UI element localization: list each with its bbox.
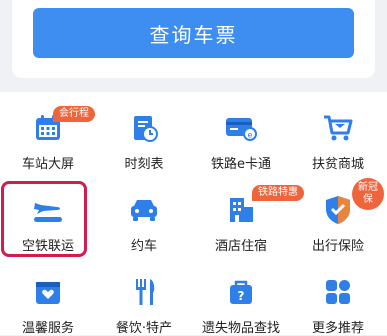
service-label: 餐饮·特产 (115, 321, 173, 336)
ecard-icon: e (223, 110, 259, 145)
service-dining[interactable]: 餐饮·特产 (96, 256, 192, 336)
service-shop[interactable]: 扶贫商城 (290, 92, 386, 172)
service-lost-found[interactable]: ? 遗失物品查找 (193, 256, 289, 336)
car-icon (126, 192, 162, 227)
airplane-icon (30, 192, 66, 227)
svg-text:?: ? (238, 289, 245, 303)
service-label: 铁路e卡通 (211, 157, 271, 172)
service-label: 时刻表 (124, 157, 164, 172)
service-ecard[interactable]: e 铁路e卡通 (193, 92, 289, 172)
badge-line: 保 (363, 194, 373, 205)
dining-icon (126, 274, 162, 309)
service-timetable[interactable]: 时刻表 (96, 92, 192, 172)
shopping-cart-icon (320, 110, 356, 145)
service-label: 出行保险 (311, 239, 364, 254)
more-grid-icon (320, 274, 356, 309)
trip-badge: 会行程 (53, 106, 95, 122)
service-care[interactable]: 温馨服务 (0, 256, 96, 336)
svg-text:e: e (248, 130, 253, 139)
badge-line: 新冠 (358, 182, 378, 193)
shield-icon (320, 192, 356, 227)
service-label: 空铁联运 (21, 239, 74, 254)
service-label: 车站大屏 (21, 157, 74, 172)
lost-items-icon: ? (223, 274, 259, 309)
query-card: 查询车票 (12, 0, 375, 78)
service-label: 更多推荐 (311, 321, 364, 336)
service-label: 酒店住宿 (214, 239, 267, 254)
services-grid: 车站大屏 会行程 时刻表 e 铁路e卡通 扶贫商城 空铁联运 约车 酒店住宿 铁… (0, 92, 387, 336)
service-air-rail[interactable]: 空铁联运 (0, 174, 96, 254)
service-more[interactable]: 更多推荐 (290, 256, 386, 336)
service-label: 遗失物品查找 (201, 321, 280, 336)
service-label: 温馨服务 (21, 321, 74, 336)
service-car[interactable]: 约车 (96, 174, 192, 254)
timetable-icon (126, 110, 162, 145)
service-label: 约车 (130, 239, 157, 254)
service-box-icon (30, 274, 66, 309)
covid-insurance-badge: 新冠 保 (352, 178, 384, 210)
query-tickets-button[interactable]: 查询车票 (33, 8, 354, 58)
service-label: 扶贫商城 (311, 157, 364, 172)
service-station-screen[interactable]: 车站大屏 (0, 92, 96, 172)
